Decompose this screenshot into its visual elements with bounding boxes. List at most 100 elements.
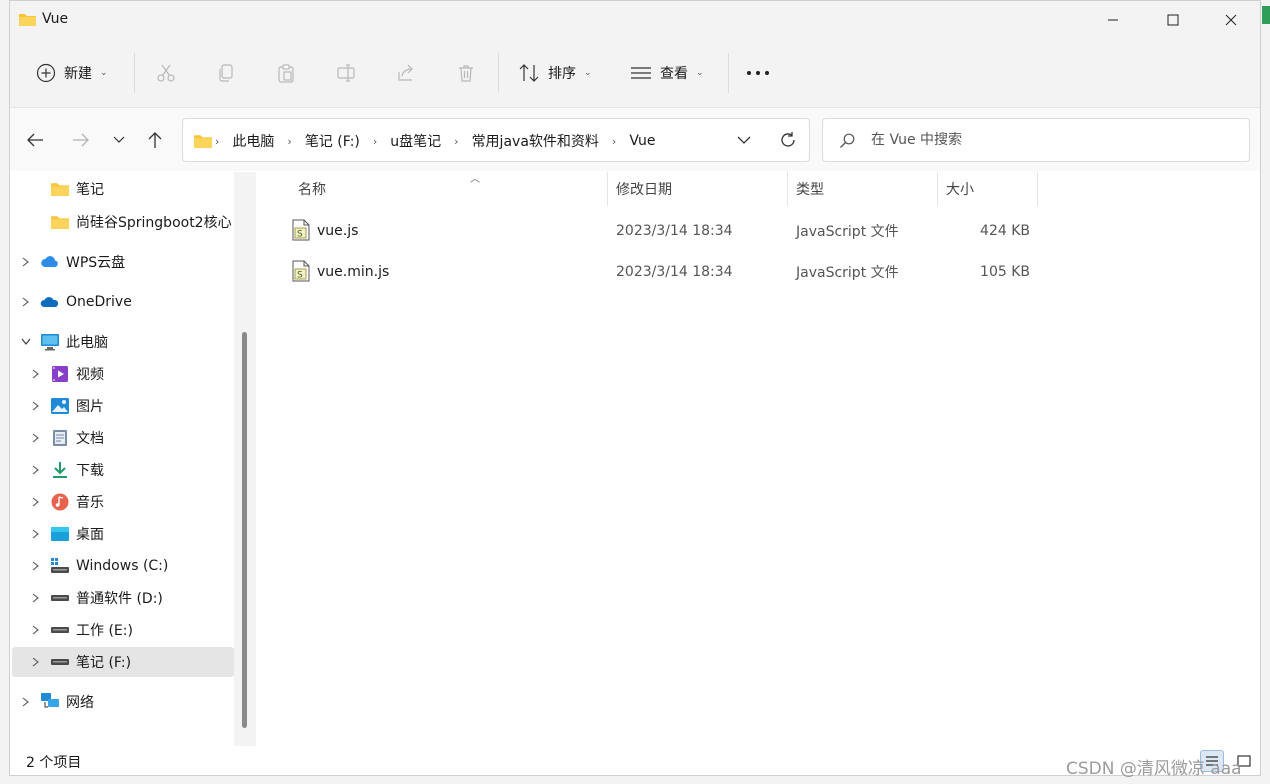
drive-icon <box>51 595 69 601</box>
new-button[interactable]: 新建 ⌄ <box>36 57 108 89</box>
explorer-window: Vue 新建 ⌄ 排序 ⌄ 查看 ⌄ › 此电脑 › 笔记 (F:) › u盘笔… <box>9 0 1261 776</box>
chevron-right-icon[interactable] <box>30 400 42 412</box>
svg-text:S: S <box>297 271 303 281</box>
scrollbar-thumb[interactable] <box>242 332 247 728</box>
sidebar-item-documents[interactable]: 文档 <box>12 423 234 453</box>
recent-locations-button[interactable] <box>104 126 134 154</box>
paste-button[interactable] <box>256 57 316 89</box>
folder-icon <box>51 216 69 229</box>
divider <box>134 53 135 93</box>
refresh-icon[interactable] <box>779 131 797 149</box>
chevron-right-icon[interactable] <box>30 624 42 636</box>
view-label: 查看 <box>660 66 688 82</box>
wps-cloud-icon <box>41 256 58 267</box>
breadcrumb-item[interactable]: Vue <box>629 133 655 149</box>
file-row[interactable]: S vue.min.js 2023/3/14 18:34 JavaScript … <box>282 254 1042 290</box>
title-bar[interactable]: Vue <box>10 1 1260 39</box>
forward-button[interactable] <box>66 126 96 154</box>
sidebar-item-onedrive[interactable]: OneDrive <box>12 287 234 317</box>
js-file-icon: S <box>292 260 310 282</box>
chevron-right-icon: › <box>215 134 220 148</box>
chevron-right-icon[interactable] <box>20 296 32 308</box>
sidebar-item-drive-c[interactable]: Windows (C:) <box>12 551 234 581</box>
sidebar-item-label: 网络 <box>66 695 94 711</box>
sidebar-item-network[interactable]: 网络 <box>12 687 234 717</box>
file-row[interactable]: S vue.js 2023/3/14 18:34 JavaScript 文件 4… <box>282 213 1042 249</box>
breadcrumb-item[interactable]: u盘笔记 <box>390 131 441 151</box>
file-name: vue.min.js <box>317 264 390 280</box>
network-icon <box>41 693 59 708</box>
sidebar-scrollbar[interactable] <box>234 172 256 746</box>
chevron-right-icon[interactable] <box>30 368 42 380</box>
search-input[interactable] <box>871 129 1231 151</box>
chevron-right-icon[interactable] <box>30 496 42 508</box>
sidebar-item-this-pc[interactable]: 此电脑 <box>12 327 234 357</box>
sidebar-item-drive-f[interactable]: 笔记 (F:) <box>12 647 234 677</box>
view-button[interactable]: 查看 ⌄ <box>630 57 704 89</box>
plus-circle-icon <box>36 63 56 83</box>
up-button[interactable] <box>140 126 170 154</box>
rename-icon <box>337 64 355 82</box>
close-icon <box>1225 14 1237 26</box>
chevron-right-icon[interactable] <box>30 432 42 444</box>
breadcrumb-item[interactable]: 常用java软件和资料 <box>472 131 599 151</box>
sidebar-item-downloads[interactable]: 下载 <box>12 455 234 485</box>
downloads-icon <box>53 462 67 478</box>
chevron-right-icon[interactable] <box>30 464 42 476</box>
more-options-button[interactable] <box>746 57 770 89</box>
sidebar-item-label: Windows (C:) <box>76 558 169 574</box>
onedrive-icon <box>40 297 59 307</box>
chevron-right-icon[interactable] <box>30 528 42 540</box>
sidebar-item-notes-folder[interactable]: 笔记 <box>12 174 234 204</box>
pictures-icon <box>51 398 69 414</box>
folder-icon <box>19 14 36 26</box>
address-bar[interactable]: › 此电脑 › 笔记 (F:) › u盘笔记 › 常用java软件和资料 › V… <box>182 118 810 162</box>
sidebar-item-pictures[interactable]: 图片 <box>12 391 234 421</box>
share-button[interactable] <box>376 57 436 89</box>
chevron-right-icon[interactable] <box>20 256 32 268</box>
column-header-type[interactable]: 类型 <box>788 172 938 206</box>
videos-icon <box>52 366 68 382</box>
minimize-button[interactable] <box>1084 1 1142 39</box>
chevron-right-icon[interactable] <box>20 696 32 708</box>
file-type: JavaScript 文件 <box>796 265 899 281</box>
column-header-date[interactable]: 修改日期 <box>608 172 788 206</box>
column-header-size[interactable]: 大小 <box>938 172 1038 206</box>
search-icon <box>840 133 855 148</box>
rename-button[interactable] <box>316 57 376 89</box>
sidebar-item-label: 视频 <box>76 367 104 383</box>
chevron-right-icon: › <box>611 134 617 148</box>
divider <box>498 53 499 93</box>
chevron-down-icon[interactable] <box>737 133 751 147</box>
chevron-down-icon <box>113 136 125 143</box>
chevron-right-icon[interactable] <box>30 592 42 604</box>
maximize-button[interactable] <box>1144 1 1202 39</box>
sidebar-item-videos[interactable]: 视频 <box>12 359 234 389</box>
chevron-right-icon[interactable] <box>30 560 42 572</box>
sidebar-item-springboot-folder[interactable]: 尚硅谷Springboot2核心 <box>12 207 234 237</box>
sidebar-item-wps-cloud[interactable]: WPS云盘 <box>12 247 234 277</box>
chevron-down-icon: ⌄ <box>100 68 108 78</box>
sort-button[interactable]: 排序 ⌄ <box>518 57 592 89</box>
close-button[interactable] <box>1202 1 1260 39</box>
cut-button[interactable] <box>136 57 196 89</box>
new-label: 新建 <box>64 66 92 82</box>
sidebar-item-desktop[interactable]: 桌面 <box>12 519 234 549</box>
sidebar-item-label: WPS云盘 <box>66 255 126 271</box>
sidebar-item-drive-d[interactable]: 普通软件 (D:) <box>12 583 234 613</box>
breadcrumb-item[interactable]: 笔记 (F:) <box>305 131 360 151</box>
more-icon <box>747 71 769 75</box>
search-box[interactable] <box>822 118 1250 162</box>
column-header-name[interactable]: 名称 ︿ <box>290 172 608 206</box>
copy-button[interactable] <box>196 57 256 89</box>
delete-button[interactable] <box>436 57 496 89</box>
sidebar-item-drive-e[interactable]: 工作 (E:) <box>12 615 234 645</box>
chevron-right-icon[interactable] <box>30 656 42 668</box>
back-button[interactable] <box>20 126 50 154</box>
arrow-up-icon <box>148 132 162 148</box>
breadcrumb-item[interactable]: 此电脑 <box>232 131 274 151</box>
chevron-down-icon[interactable] <box>20 336 32 348</box>
sidebar-item-music[interactable]: 音乐 <box>12 487 234 517</box>
watermark: CSDN @清风微凉 aaa <box>1066 759 1242 779</box>
navigation-bar: › 此电脑 › 笔记 (F:) › u盘笔记 › 常用java软件和资料 › V… <box>10 107 1260 171</box>
